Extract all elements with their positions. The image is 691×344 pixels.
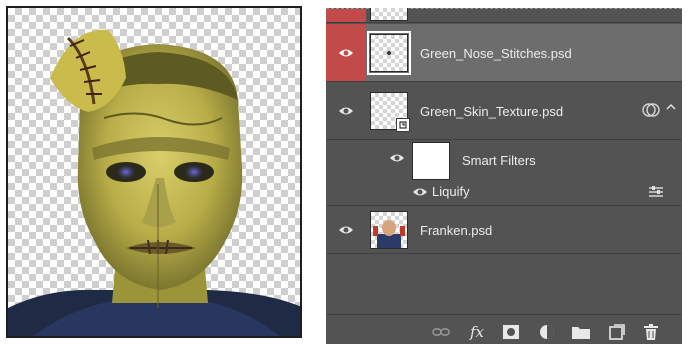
layer-row-smart-filters[interactable]: Smart Filters bbox=[326, 140, 682, 180]
layer-name[interactable]: Green_Nose_Stitches.psd bbox=[420, 46, 572, 61]
adjustment-layer-icon[interactable] bbox=[538, 323, 556, 341]
eye-icon bbox=[339, 49, 353, 56]
new-group-icon[interactable] bbox=[572, 323, 590, 341]
frankenstein-composite-image bbox=[8, 29, 300, 336]
layer-row-liquify[interactable]: Liquify bbox=[326, 178, 682, 206]
fx-icon[interactable]: fx bbox=[468, 323, 486, 341]
layer-row-partial[interactable] bbox=[326, 8, 682, 23]
layers-panel: Green_Nose_Stitches.psd Green_Skin_Textu… bbox=[326, 8, 682, 344]
blending-options-icon[interactable] bbox=[648, 185, 664, 202]
layer-row-franken[interactable]: Franken.psd bbox=[326, 206, 682, 254]
filter-name[interactable]: Liquify bbox=[432, 184, 470, 199]
layer-thumbnail bbox=[367, 31, 411, 75]
visibility-toggle[interactable] bbox=[412, 186, 428, 198]
visibility-cell bbox=[326, 9, 366, 22]
layers-empty-area bbox=[326, 254, 682, 314]
visibility-toggle[interactable] bbox=[326, 206, 366, 253]
layer-thumbnail bbox=[370, 211, 408, 249]
smart-filter-mask-thumbnail[interactable] bbox=[412, 142, 450, 180]
smart-filter-indicator-icon bbox=[642, 102, 660, 121]
layers-bottom-toolbar: fx bbox=[326, 314, 682, 344]
eye-icon bbox=[339, 107, 353, 114]
trash-icon[interactable] bbox=[642, 323, 660, 341]
layer-name[interactable]: Green_Skin_Texture.psd bbox=[420, 104, 563, 119]
layer-name[interactable]: Smart Filters bbox=[462, 153, 536, 168]
visibility-toggle[interactable] bbox=[388, 148, 406, 168]
link-icon[interactable] bbox=[432, 323, 450, 341]
new-layer-icon[interactable] bbox=[608, 323, 626, 341]
layer-thumbnail bbox=[370, 8, 408, 21]
eye-icon bbox=[339, 226, 353, 233]
add-mask-icon[interactable] bbox=[502, 323, 520, 341]
layer-name[interactable]: Franken.psd bbox=[420, 223, 492, 238]
visibility-toggle[interactable] bbox=[326, 82, 366, 139]
visibility-toggle[interactable] bbox=[326, 24, 366, 81]
layer-thumbnail bbox=[370, 92, 410, 132]
canvas-preview bbox=[6, 6, 302, 338]
smart-object-badge-icon bbox=[396, 118, 410, 132]
layer-row-green-nose-stitches[interactable]: Green_Nose_Stitches.psd bbox=[326, 24, 682, 82]
layer-row-green-skin-texture[interactable]: Green_Skin_Texture.psd bbox=[326, 82, 682, 140]
eye-icon bbox=[413, 188, 427, 196]
collapse-chevron-icon[interactable] bbox=[666, 100, 676, 115]
eye-icon bbox=[390, 154, 404, 162]
